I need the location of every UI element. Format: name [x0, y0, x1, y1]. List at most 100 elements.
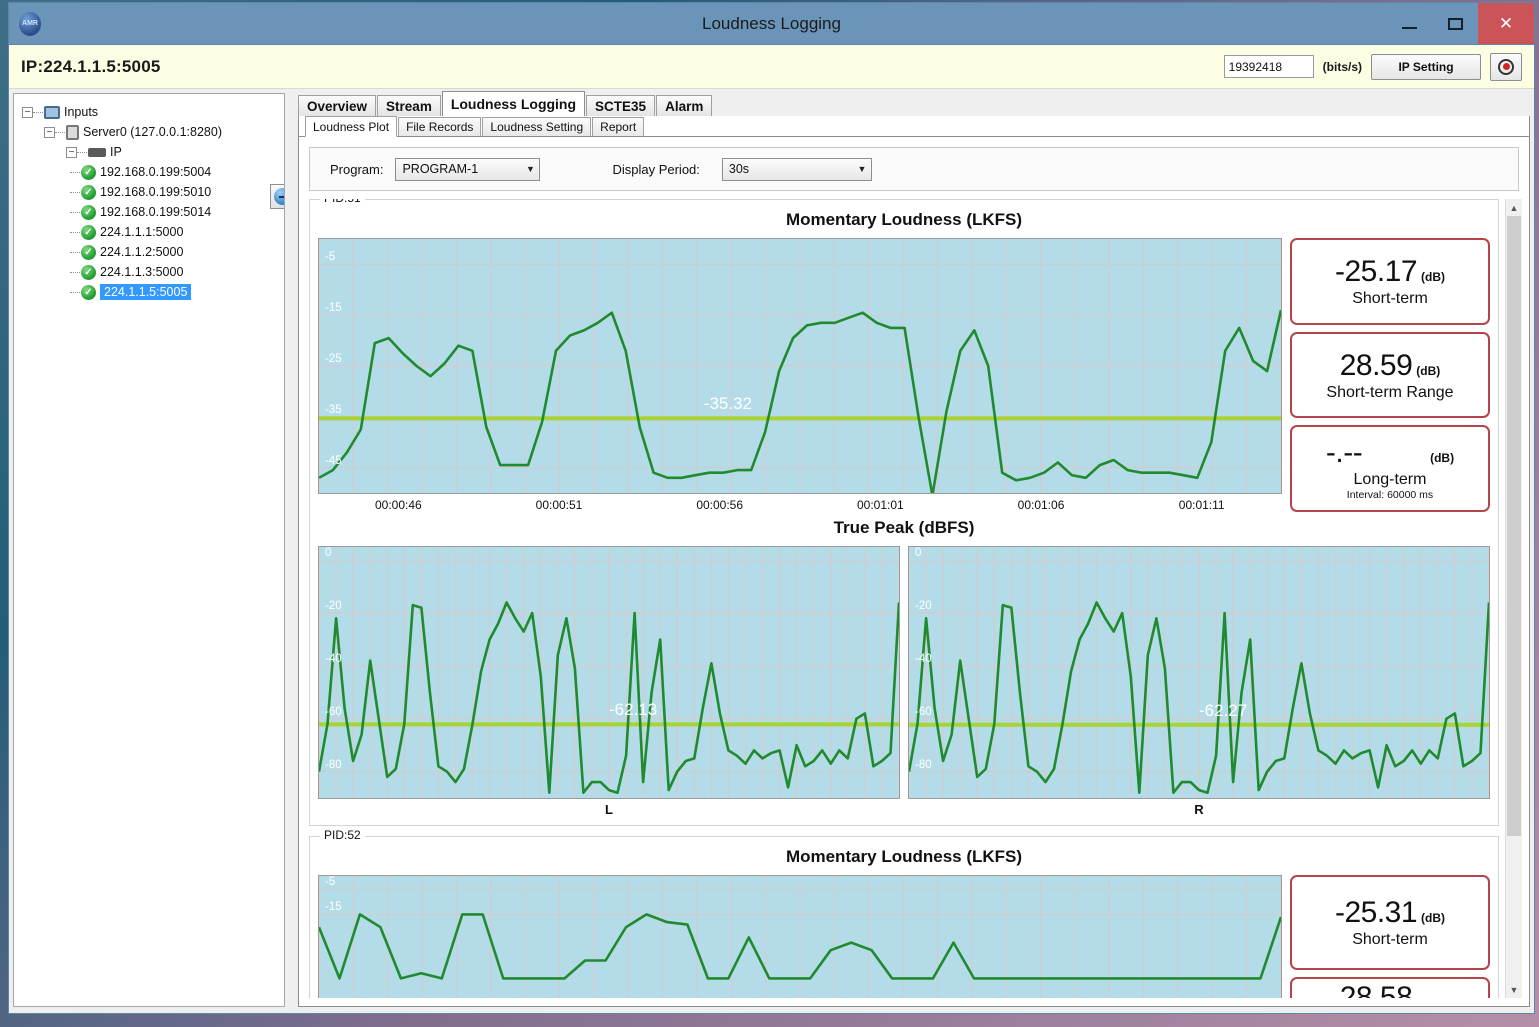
tree-label-stream-5: 224.1.1.3:5000	[100, 265, 183, 279]
stream-list: ✓192.168.0.199:5004✓192.168.0.199:5010✓1…	[22, 162, 284, 302]
vertical-scrollbar[interactable]: ▲ ▼	[1505, 199, 1522, 998]
bitrate-unit-label: (bits/s)	[1323, 60, 1362, 74]
body-split: − Inputs − Server0 (127.0.0.1:8280) − IP	[9, 89, 1534, 1013]
display-period-label: Display Period:	[612, 162, 699, 177]
scroll-down-button[interactable]: ▼	[1506, 981, 1522, 998]
tree-label-ip-group: IP	[110, 145, 122, 159]
pid51-x-axis: 00:00:4600:00:5100:00:5600:01:0100:01:06…	[318, 498, 1282, 512]
tab-loudness-logging[interactable]: Loudness Logging	[442, 91, 585, 116]
x-tick-label: 00:01:01	[800, 498, 961, 512]
tree-label-stream-0: 192.168.0.199:5004	[100, 165, 211, 179]
ip-setting-button[interactable]: IP Setting	[1371, 54, 1481, 80]
bitrate-input[interactable]	[1224, 55, 1314, 78]
chevron-down-icon: ▼	[521, 164, 539, 174]
plot-scroll-content: PID:51 Momentary Loudness (LKFS) -35.32 …	[299, 199, 1505, 998]
sidebar-collapse-button[interactable]	[270, 184, 285, 209]
x-tick-label: 00:00:46	[318, 498, 479, 512]
ip-header-band: IP:224.1.1.5:5005 (bits/s) IP Setting	[9, 45, 1534, 89]
metric-long-term-interval: Interval: 60000 ms	[1347, 489, 1433, 501]
record-icon	[1498, 59, 1514, 75]
pid52-momentary-row: -5-15 -25.31 (dB) Short-term	[318, 875, 1490, 998]
tree-label-server: Server0 (127.0.0.1:8280)	[83, 125, 222, 139]
status-ok-icon: ✓	[81, 165, 96, 180]
tab-alarm[interactable]: Alarm	[656, 95, 712, 116]
program-value: PROGRAM-1	[402, 162, 521, 176]
pid-group-51-legend: PID:51	[320, 199, 365, 205]
tree-node-stream-4[interactable]: ✓224.1.1.2:5000	[22, 242, 284, 262]
right-pane: OverviewStreamLoudness LoggingSCTE35Alar…	[298, 93, 1530, 1007]
tree-node-stream-3[interactable]: ✓ 224.1.1.1:5000	[22, 222, 284, 242]
plot-tpl-canvas	[319, 547, 899, 798]
tree-label-stream-2: 192.168.0.199:5014	[100, 205, 211, 219]
status-ok-icon: ✓	[81, 285, 96, 300]
metric-short-term-52-unit: (dB)	[1421, 911, 1445, 925]
scroll-thumb[interactable]	[1507, 216, 1521, 836]
plot-m52-canvas	[319, 876, 1281, 998]
status-ok-icon: ✓	[81, 185, 96, 200]
ip-header-controls: (bits/s) IP Setting	[1224, 53, 1522, 81]
program-select[interactable]: PROGRAM-1 ▼	[395, 158, 540, 181]
metric-short-term-range-value: 28.59	[1340, 349, 1413, 383]
metric-long-term-unit: (dB)	[1430, 451, 1454, 465]
collapse-icon	[274, 188, 285, 205]
tab-stream[interactable]: Stream	[377, 95, 441, 116]
record-button[interactable]	[1490, 53, 1522, 81]
pid51-truepeak-left-plot[interactable]: -62.13 0-20-40-60-80	[318, 546, 900, 799]
pid52-metrics: -25.31 (dB) Short-term 28.58 (dB)	[1290, 875, 1490, 998]
status-ok-icon: ✓	[81, 245, 96, 260]
server-icon	[66, 125, 79, 140]
expander-icon[interactable]: −	[44, 127, 55, 138]
metric-short-term-range-label: Short-term Range	[1326, 384, 1453, 402]
metric-long-term-label: Long-term	[1354, 471, 1427, 489]
tab-content-panel: Loudness PlotFile RecordsLoudness Settin…	[298, 116, 1530, 1007]
tree-node-stream-5[interactable]: ✓ 224.1.1.3:5000	[22, 262, 284, 282]
pid-group-52-legend: PID:52	[320, 828, 365, 842]
pid51-metrics: -25.17 (dB) Short-term 28.59 (dB)	[1290, 238, 1490, 512]
tree-node-stream-1[interactable]: ✓192.168.0.199:5010	[22, 182, 284, 202]
expander-icon[interactable]: −	[22, 107, 33, 118]
pid52-momentary-plot[interactable]: -5-15	[318, 875, 1282, 998]
subtab-loudness-plot[interactable]: Loudness Plot	[305, 116, 397, 137]
scroll-up-button[interactable]: ▲	[1506, 199, 1522, 216]
tree-node-stream-2[interactable]: ✓ 192.168.0.199:5014	[22, 202, 284, 222]
pid51-momentary-row: -35.32 -5-15-25-35-45 00:00:4600:00:5100…	[318, 238, 1490, 512]
subtab-file-records[interactable]: File Records	[398, 117, 481, 136]
tree-node-stream-6[interactable]: ✓224.1.1.5:5005	[22, 282, 284, 302]
channel-label-right: R	[908, 802, 1490, 817]
subtab-loudness-setting[interactable]: Loudness Setting	[482, 117, 591, 136]
metric-short-term-range-52-unit: (dB)	[1416, 996, 1440, 998]
plot-scroll-area: PID:51 Momentary Loudness (LKFS) -35.32 …	[299, 199, 1529, 998]
monitor-icon	[44, 106, 60, 119]
metric-short-term-unit: (dB)	[1421, 270, 1445, 284]
tree-node-ip-group[interactable]: − IP	[22, 142, 284, 162]
x-tick-label: 00:01:11	[1121, 498, 1282, 512]
plot-tpr-canvas	[909, 547, 1489, 798]
tab-overview[interactable]: Overview	[298, 95, 376, 116]
subtab-report[interactable]: Report	[592, 117, 644, 136]
pid51-truepeak-row: -62.13 0-20-40-60-80 L -62.27 0-20-40-60…	[318, 546, 1490, 817]
pid-group-52: PID:52 Momentary Loudness (LKFS) -5-15 -	[309, 836, 1499, 998]
status-ok-icon: ✓	[81, 225, 96, 240]
pid51-truepeak-right-plot[interactable]: -62.27 0-20-40-60-80	[908, 546, 1490, 799]
tree-label-stream-3: 224.1.1.1:5000	[100, 225, 183, 239]
expander-icon[interactable]: −	[66, 147, 77, 158]
display-period-value: 30s	[729, 162, 853, 176]
pid-group-51: PID:51 Momentary Loudness (LKFS) -35.32 …	[309, 199, 1499, 826]
pid51-momentary-plot[interactable]: -35.32 -5-15-25-35-45	[318, 238, 1282, 494]
x-tick-label: 00:00:51	[479, 498, 640, 512]
tree-node-server[interactable]: − Server0 (127.0.0.1:8280)	[22, 122, 284, 142]
metric-long-term: -.-- (dB) Long-term Interval: 60000 ms	[1290, 425, 1490, 512]
metric-short-term-label: Short-term	[1352, 290, 1428, 308]
display-period-select[interactable]: 30s ▼	[722, 158, 872, 181]
pid51-truepeak-title: True Peak (dBFS)	[318, 518, 1490, 538]
tree-node-stream-0[interactable]: ✓ 192.168.0.199:5004	[22, 162, 284, 182]
pid52-momentary-title: Momentary Loudness (LKFS)	[318, 847, 1490, 867]
chevron-down-icon: ▼	[853, 164, 871, 174]
tab-scte35[interactable]: SCTE35	[586, 95, 655, 116]
metric-short-term-52-label: Short-term	[1352, 931, 1428, 949]
status-ok-icon: ✓	[81, 205, 96, 220]
tree-node-inputs[interactable]: − Inputs	[22, 102, 284, 122]
metric-short-term-value: -25.17	[1335, 255, 1417, 289]
metric-short-term: -25.17 (dB) Short-term	[1290, 238, 1490, 325]
status-ok-icon: ✓	[81, 265, 96, 280]
